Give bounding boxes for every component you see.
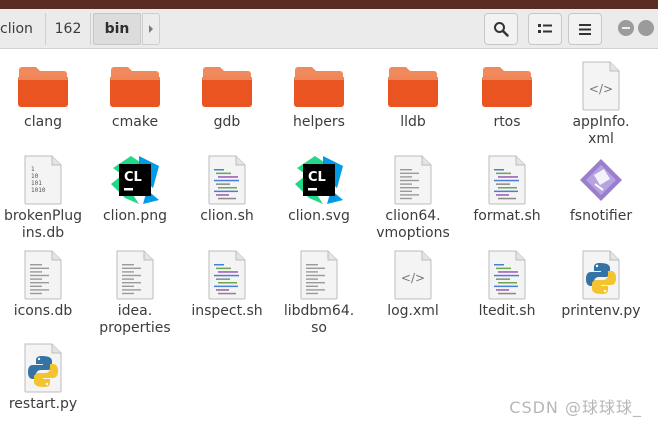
file-item[interactable]: gdb xyxy=(181,60,273,131)
folder-icon xyxy=(17,60,69,112)
breadcrumb-clion[interactable]: clion xyxy=(0,13,38,45)
script-icon xyxy=(481,154,533,206)
svg-text:CL: CL xyxy=(308,170,326,185)
text-icon xyxy=(109,249,161,301)
minimize-icon xyxy=(622,27,630,29)
file-name-label: helpers xyxy=(293,114,345,130)
file-item[interactable]: printenv.py xyxy=(555,249,647,320)
file-name-label: clion.png xyxy=(102,208,167,224)
file-name-label: icons.db xyxy=(13,303,73,319)
file-item[interactable]: CL clion.svg xyxy=(273,154,365,225)
file-name-label: clion.sh xyxy=(200,208,254,224)
file-item[interactable]: </> log.xml xyxy=(367,249,459,320)
file-item[interactable]: rtos xyxy=(461,60,553,131)
text-icon xyxy=(293,249,345,301)
file-item[interactable]: clion64. vmoptions xyxy=(367,154,459,242)
file-name-label: rtos xyxy=(493,114,521,130)
xml-icon: </> xyxy=(575,60,627,112)
file-item[interactable]: 1 10 101 1010 brokenPlug ins.db xyxy=(0,154,89,242)
hamburger-menu-icon xyxy=(579,23,591,35)
clion-image-icon: CL xyxy=(293,154,345,206)
minimize-button[interactable] xyxy=(618,20,634,36)
folder-icon xyxy=(481,60,533,112)
breadcrumb-next-button[interactable] xyxy=(142,13,160,45)
file-item[interactable]: ltedit.sh xyxy=(461,249,553,320)
svg-text:</>: </> xyxy=(401,271,425,285)
svg-text:101: 101 xyxy=(31,180,42,187)
file-name-label: brokenPlug ins.db xyxy=(3,208,83,241)
file-name-label: log.xml xyxy=(387,303,439,319)
file-item[interactable]: cmake xyxy=(89,60,181,131)
file-item[interactable]: CL clion.png xyxy=(89,154,181,225)
watermark: CSDN @球球球_ xyxy=(509,398,642,417)
svg-text:10: 10 xyxy=(31,173,39,180)
file-grid: clang cmake gdb helpers lldb rtos </> appInfo. … xyxy=(0,49,658,428)
script-icon xyxy=(201,154,253,206)
file-name-label: clang xyxy=(24,114,62,130)
svg-text:1010: 1010 xyxy=(31,187,46,194)
file-item[interactable]: inspect.sh xyxy=(181,249,273,320)
python-icon xyxy=(575,249,627,301)
file-item[interactable]: fsnotifier xyxy=(555,154,647,225)
file-name-label: idea. properties xyxy=(99,303,171,336)
file-name-label: printenv.py xyxy=(561,303,641,319)
file-name-label: cmake xyxy=(111,114,159,130)
file-name-label: restart.py xyxy=(8,396,78,412)
breadcrumb-bin[interactable]: bin xyxy=(93,13,141,45)
header-bar: clion 162 bin xyxy=(0,0,658,49)
chevron-right-icon xyxy=(149,25,153,33)
text-icon xyxy=(17,249,69,301)
search-button[interactable] xyxy=(484,13,518,45)
view-options-icon xyxy=(538,24,552,33)
clion-image-icon: CL xyxy=(109,154,161,206)
file-item[interactable]: idea. properties xyxy=(89,249,181,337)
svg-text:1: 1 xyxy=(31,166,35,173)
file-item[interactable]: libdbm64. so xyxy=(273,249,365,337)
file-item[interactable]: helpers xyxy=(273,60,365,131)
file-item[interactable]: </> appInfo. xml xyxy=(555,60,647,148)
svg-text:CL: CL xyxy=(124,170,142,185)
file-item[interactable]: restart.py xyxy=(0,342,89,413)
file-name-label: fsnotifier xyxy=(569,208,633,224)
file-name-label: ltedit.sh xyxy=(478,303,536,319)
breadcrumb-162[interactable]: 162 xyxy=(45,13,91,45)
window-accent-strip xyxy=(0,0,658,9)
file-item[interactable]: lldb xyxy=(367,60,459,131)
file-item[interactable]: icons.db xyxy=(0,249,89,320)
file-name-label: lldb xyxy=(400,114,426,130)
file-name-label: clion.svg xyxy=(288,208,350,224)
svg-text:</>: </> xyxy=(589,82,613,96)
file-name-label: format.sh xyxy=(473,208,541,224)
script-icon xyxy=(201,249,253,301)
file-name-label: gdb xyxy=(213,114,241,130)
file-item[interactable]: clang xyxy=(0,60,89,131)
file-name-label: appInfo. xml xyxy=(572,114,630,147)
file-name-label: clion64. vmoptions xyxy=(376,208,450,241)
close-button[interactable] xyxy=(638,20,654,36)
menu-button[interactable] xyxy=(568,13,602,45)
file-name-label: libdbm64. so xyxy=(283,303,355,336)
search-icon xyxy=(494,22,509,37)
xml-icon: </> xyxy=(387,249,439,301)
folder-icon xyxy=(201,60,253,112)
folder-icon xyxy=(387,60,439,112)
executable-icon xyxy=(575,154,627,206)
python-icon xyxy=(17,342,69,394)
view-options-button[interactable] xyxy=(528,13,562,45)
binary-icon: 1 10 101 1010 xyxy=(17,154,69,206)
file-item[interactable]: format.sh xyxy=(461,154,553,225)
text-icon xyxy=(387,154,439,206)
file-name-label: inspect.sh xyxy=(191,303,263,319)
folder-icon xyxy=(109,60,161,112)
folder-icon xyxy=(293,60,345,112)
script-icon xyxy=(481,249,533,301)
file-item[interactable]: clion.sh xyxy=(181,154,273,225)
